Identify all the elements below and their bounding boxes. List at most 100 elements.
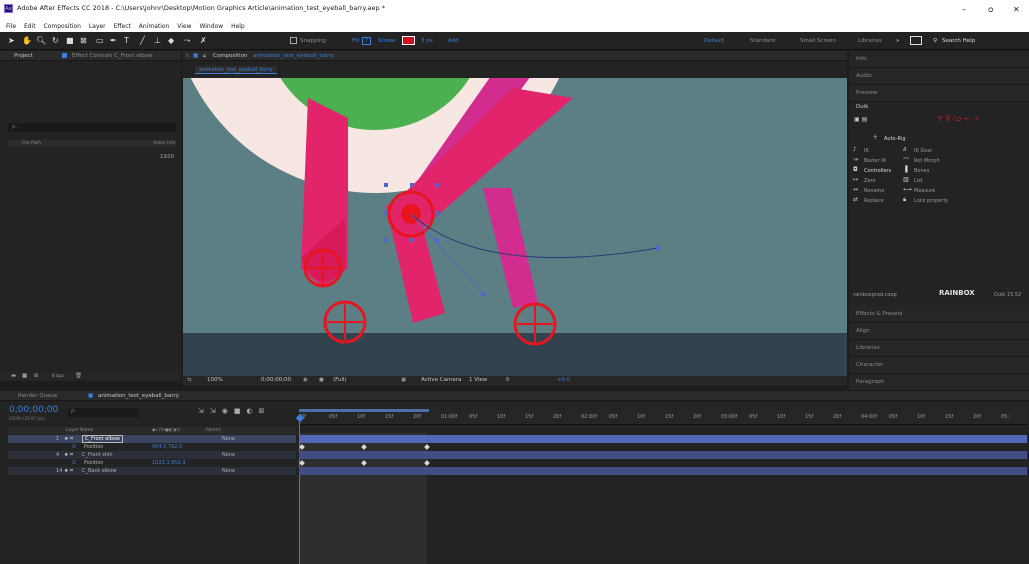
search-help-icon[interactable]: ⚲: [933, 38, 937, 44]
region-of-interest-icon[interactable]: ▣: [401, 377, 406, 383]
menu-composition[interactable]: Composition: [44, 22, 81, 32]
panel-effects-presets[interactable]: Effects & Presets: [849, 306, 1029, 323]
composition-tab-name[interactable]: animation_test_eyeball_barry: [253, 53, 334, 59]
layer-row-front-elbow[interactable]: 1 ★ ⌗ C_Front elbow None: [8, 435, 296, 443]
col-video-info[interactable]: Video Info: [153, 141, 176, 146]
lock-icon[interactable]: 🔒︎: [203, 53, 206, 60]
menu-layer[interactable]: Layer: [89, 22, 106, 32]
fill-label[interactable]: Fill: [352, 38, 359, 44]
bpc-indicator[interactable]: 8 bpc: [52, 374, 64, 379]
zoom-tool-icon[interactable]: 🔍︎: [36, 36, 46, 45]
new-folder-icon[interactable]: ■: [22, 373, 27, 379]
rot-morph-icon[interactable]: ⌒: [903, 156, 909, 165]
minimize-button[interactable]: –: [962, 5, 966, 14]
col-file-path[interactable]: File Path: [22, 141, 41, 146]
rename-icon[interactable]: ↔: [853, 186, 858, 193]
interpret-footage-icon[interactable]: ▬: [11, 373, 16, 379]
layer-bar-back-elbow[interactable]: [299, 467, 1027, 475]
hand-tool-icon[interactable]: ✋: [22, 36, 32, 45]
snapshot-icon[interactable]: ◉: [303, 377, 308, 383]
duik-item-list[interactable]: List: [914, 178, 923, 184]
list-icon[interactable]: ▥: [903, 176, 909, 183]
lock-property-icon[interactable]: 🔒︎: [903, 196, 906, 204]
layer-name[interactable]: C_Back elbow: [82, 467, 117, 475]
tab-effect-controls[interactable]: Effect Controls C_Front elbow: [72, 53, 153, 59]
workspace-standard[interactable]: Standard: [750, 38, 775, 44]
duik-item-zero[interactable]: Zero: [864, 178, 876, 184]
duik-item-controllers[interactable]: Controllers: [864, 168, 891, 174]
pen-tool-icon[interactable]: ✒: [110, 36, 117, 45]
layer-row-back-elbow[interactable]: 14 ★ ⌗ C_Back elbow None: [8, 467, 296, 475]
autorig-label[interactable]: Auto-Rig: [884, 136, 906, 142]
roto-brush-tool-icon[interactable]: ⤳: [184, 36, 190, 46]
stopwatch-icon[interactable]: ⏱: [72, 443, 76, 451]
panel-audio[interactable]: Audio: [849, 68, 1029, 85]
selection-tool-icon[interactable]: ➤: [8, 36, 15, 45]
layer-name[interactable]: C_Front shin: [82, 451, 113, 459]
puppet-pin-tool-icon[interactable]: ✗: [200, 36, 207, 45]
workspace-small-screen[interactable]: Small Screen: [800, 38, 836, 44]
layer-row-front-shin[interactable]: 4 ★ ⌗ C_Front shin None: [8, 451, 296, 459]
duik-item-measure[interactable]: Measure: [914, 188, 935, 194]
fill-swatch[interactable]: ?: [362, 37, 371, 45]
duik-tool-icons[interactable]: ☥⚲⁄⌂∽➝: [937, 114, 981, 123]
property-value[interactable]: 1023.3,959.3: [152, 459, 185, 467]
view-layout-select[interactable]: 1 View: [469, 377, 487, 383]
shape-tool-icon[interactable]: ▭: [96, 36, 104, 45]
type-tool-icon[interactable]: T: [124, 36, 129, 45]
resolution-select[interactable]: (Full): [333, 377, 347, 383]
timeline-timecode[interactable]: 0;00;00;00: [9, 405, 58, 415]
col-layer-name[interactable]: Layer Name: [66, 428, 93, 433]
timecode-display[interactable]: 0;00;00;00: [261, 377, 291, 383]
menu-window[interactable]: Window: [199, 22, 223, 32]
ik-goal-icon[interactable]: ∂: [903, 146, 906, 153]
panel-libraries[interactable]: Libraries: [849, 340, 1029, 357]
tab-project[interactable]: Project: [14, 53, 33, 59]
controllers-icon[interactable]: ◘: [853, 166, 858, 173]
stopwatch-icon[interactable]: ⏱: [72, 459, 76, 467]
timeline-switches-icons[interactable]: ⇲⇲◉■◐⊠: [198, 407, 270, 415]
workspace-libraries[interactable]: Libraries: [858, 38, 882, 44]
layer-name[interactable]: C_Front elbow: [82, 435, 124, 443]
property-row-front-elbow-position[interactable]: ⏱ Position 904.5,762.0: [8, 443, 296, 451]
clone-stamp-tool-icon[interactable]: ⊥: [154, 36, 161, 45]
menu-animation[interactable]: Animation: [139, 22, 170, 32]
stroke-swatch[interactable]: [402, 36, 415, 45]
duik-item-ik[interactable]: IK: [864, 148, 869, 154]
layer-parent[interactable]: None: [222, 435, 235, 443]
delete-icon[interactable]: 🗑︎: [75, 373, 82, 379]
stroke-label[interactable]: Stroke: [378, 38, 396, 44]
panel-info[interactable]: Info: [849, 51, 1029, 68]
measure-icon[interactable]: ⟷: [903, 186, 912, 193]
duik-item-lock-property[interactable]: Lock property: [914, 198, 948, 204]
duik-settings-icon[interactable]: ▣ ▤: [854, 116, 867, 123]
zoom-level[interactable]: 100%: [207, 377, 223, 383]
property-row-front-shin-position[interactable]: ⏱ Position 1023.3,959.3: [8, 459, 296, 467]
rotate-tool-icon[interactable]: ↻: [52, 36, 59, 45]
duik-item-replace[interactable]: Replace: [864, 198, 884, 204]
zero-icon[interactable]: ↦: [853, 176, 858, 183]
property-value[interactable]: 904.5,762.0: [152, 443, 182, 451]
menu-help[interactable]: Help: [231, 22, 245, 32]
menu-view[interactable]: View: [177, 22, 191, 32]
ik-icon[interactable]: ♪: [853, 146, 857, 153]
composition-viewer[interactable]: [183, 78, 847, 376]
replace-icon[interactable]: ⇄: [853, 196, 858, 203]
eraser-tool-icon[interactable]: ◆: [168, 36, 174, 45]
bones-icon[interactable]: ▐: [903, 166, 908, 173]
duik-footer-link[interactable]: rainboxprod.coop: [853, 292, 897, 298]
snapping-checkbox[interactable]: [290, 37, 297, 44]
search-help-input[interactable]: Search Help: [942, 38, 975, 44]
panel-align[interactable]: Align: [849, 323, 1029, 340]
time-ruler[interactable]: 0f05f10f15f20f01:00f05f10f15f20f02:00f05…: [299, 409, 1027, 425]
composition-tab-label[interactable]: Composition: [213, 53, 247, 59]
maximize-button[interactable]: ᴑ: [988, 5, 993, 14]
menu-effect[interactable]: Effect: [114, 22, 131, 32]
layer-bar-front-elbow[interactable]: [299, 435, 1027, 443]
tab-timeline-comp[interactable]: animation_test_eyeball_barry: [98, 393, 179, 399]
panel-character[interactable]: Character: [849, 357, 1029, 374]
workspace-default[interactable]: Default: [704, 38, 724, 44]
work-area-bar[interactable]: [299, 409, 429, 412]
stroke-width-value[interactable]: 3 px: [421, 38, 433, 44]
show-channel-icon[interactable]: ●: [319, 377, 324, 383]
